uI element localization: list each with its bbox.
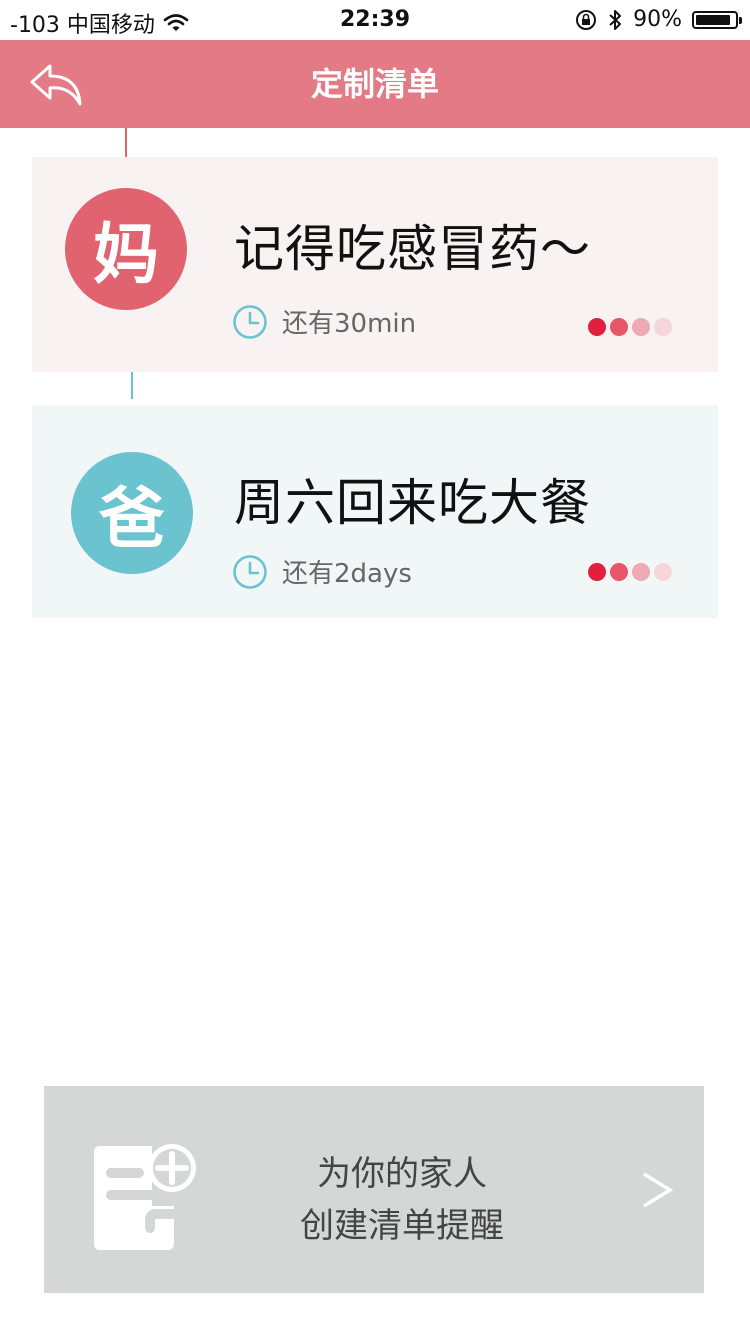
battery-percent: 90% [633,7,682,32]
priority-dot [588,563,606,581]
rotation-lock-icon [576,9,597,30]
clock-icon [233,554,267,589]
battery-icon [692,10,742,29]
priority-dot [610,318,628,336]
priority-indicator [588,318,672,336]
time-remaining: 还有30min [282,309,417,339]
create-reminder-button[interactable]: 为你的家人 创建清单提醒 [44,1086,704,1293]
reminder-card[interactable]: 妈 记得吃感冒药～ 还有30min [32,157,718,372]
avatar: 妈 [65,188,187,310]
priority-dot [654,563,672,581]
time-remaining: 还有2days [282,559,412,589]
nav-bar: 定制清单 [0,40,750,128]
status-right: 90% [575,7,742,32]
priority-dot [654,318,672,336]
priority-dot [632,563,650,581]
add-list-icon [94,1144,196,1250]
cta-label: 为你的家人 创建清单提醒 [234,1148,570,1252]
priority-dot [588,318,606,336]
timeline-connector [131,372,133,399]
bluetooth-icon [609,9,622,30]
timeline-connector [125,128,127,157]
cta-line-2: 创建清单提醒 [300,1206,504,1246]
reminder-meta: 还有2days [232,553,412,590]
reminder-title: 周六回来吃大餐 [234,474,591,532]
clock-icon [233,304,267,339]
priority-dot [610,563,628,581]
cta-line-1: 为你的家人 [317,1154,487,1194]
reminder-meta: 还有30min [232,303,416,340]
page-title: 定制清单 [310,65,439,103]
avatar: 爸 [71,452,193,574]
priority-indicator [588,563,672,581]
reminder-title: 记得吃感冒药～ [234,220,591,278]
chevron-right-icon [643,1172,674,1208]
reminder-card[interactable]: 爸 周六回来吃大餐 还有2days [32,405,718,618]
priority-dot [632,318,650,336]
status-bar: -103 中国移动 22:39 90% [0,0,750,40]
